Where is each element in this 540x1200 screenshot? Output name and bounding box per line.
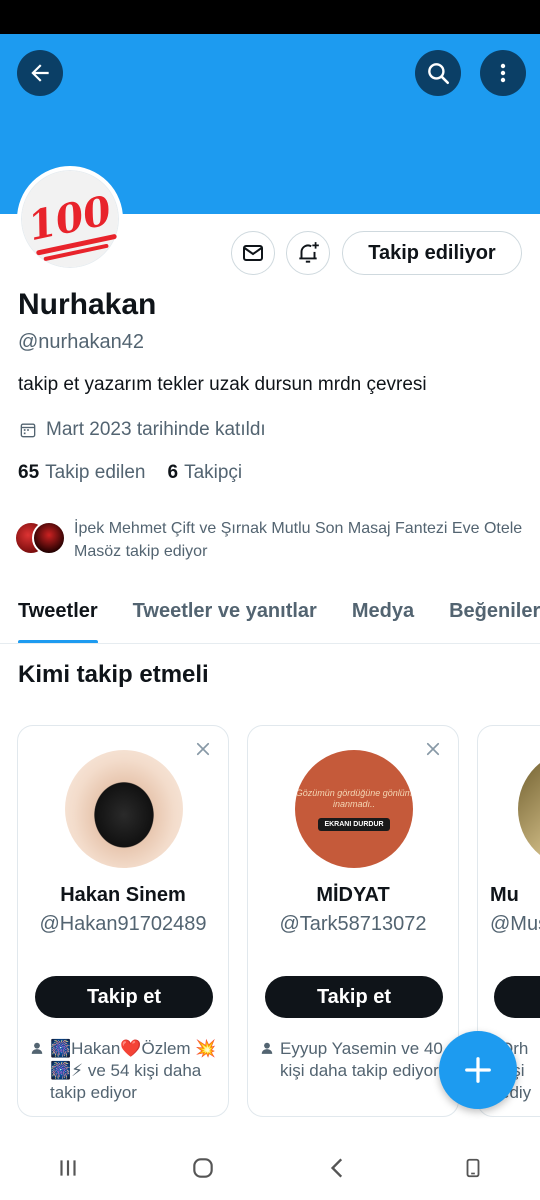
profile-tabs: Tweetler Tweetler ve yanıtlar Medya Beğe… <box>0 588 540 644</box>
suggestion-context-text: Eyyup Yasemin ve 40 kişi daha takip ediy… <box>280 1039 443 1080</box>
recent-apps-icon <box>59 1159 76 1176</box>
more-options-button[interactable] <box>480 50 526 96</box>
join-date-text: Mart 2023 tarihinde katıldı <box>46 419 266 440</box>
suggestion-context: Eyyup Yasemin ve 40 kişi daha takip ediy… <box>260 1038 448 1082</box>
notifications-button[interactable] <box>286 231 330 275</box>
suggestion-name: Hakan Sinem <box>60 884 186 906</box>
chevron-left-icon <box>330 1157 342 1178</box>
back-button[interactable] <box>17 50 63 96</box>
suggestion-context: 🎆Hakan❤️Özlem 💥🎆⚡ ve 54 kişi daha takip … <box>30 1038 218 1104</box>
phone-icon <box>466 1158 479 1177</box>
following-count: 65 <box>18 462 40 483</box>
back-nav-button[interactable] <box>308 1143 368 1193</box>
avatar-badge: EKRANI DURDUR <box>318 817 390 831</box>
plus-icon <box>465 1057 491 1083</box>
bell-plus-icon <box>299 242 319 263</box>
profile-avatar[interactable]: 100 <box>17 166 123 272</box>
display-name: Nurhakan <box>18 288 157 321</box>
follow-button[interactable] <box>494 976 540 1018</box>
followers-link[interactable]: 6 Takipçi <box>167 462 242 484</box>
followers-you-know[interactable]: İpek Mehmet Çift ve Şırnak Mutlu Son Mas… <box>14 517 524 563</box>
close-icon <box>196 742 210 756</box>
following-link[interactable]: 65 Takip edilen <box>18 462 145 484</box>
search-button[interactable] <box>415 50 461 96</box>
compose-tweet-button[interactable] <box>439 1031 517 1109</box>
dismiss-button[interactable] <box>192 738 214 760</box>
status-bar <box>0 0 540 34</box>
suggestion-handle: @Tark58713072 <box>279 913 427 935</box>
person-icon <box>31 1042 43 1054</box>
recent-apps-button[interactable] <box>38 1143 98 1193</box>
suggestion-handle: @Hakan91702489 <box>39 913 207 935</box>
calendar-icon <box>20 423 36 438</box>
follow-button[interactable]: Takip et <box>265 976 443 1018</box>
search-icon <box>428 63 450 85</box>
system-navigation-bar <box>0 1135 540 1200</box>
message-button[interactable] <box>231 231 275 275</box>
join-date: Mart 2023 tarihinde katıldı <box>18 419 266 441</box>
tab-media[interactable]: Medya <box>352 588 414 643</box>
suggestion-handle: @Mus <box>490 913 540 935</box>
profile-bio: takip et yazarım tekler uzak dursun mrdn… <box>18 374 427 395</box>
who-to-follow-title: Kimi takip etmeli <box>18 661 209 688</box>
tab-tweets[interactable]: Tweetler <box>18 588 98 643</box>
suggestion-card[interactable]: Hakan Sinem @Hakan91702489 Takip et 🎆Hak… <box>17 725 229 1117</box>
user-handle: @nurhakan42 <box>18 331 144 353</box>
mutual-avatar <box>32 521 66 555</box>
hundred-emoji-icon: 100 <box>22 171 118 267</box>
suggestion-avatar[interactable] <box>65 750 183 868</box>
followers-you-know-text: İpek Mehmet Çift ve Şırnak Mutlu Son Mas… <box>74 520 523 560</box>
followers-label: Takipçi <box>184 462 243 483</box>
home-button[interactable] <box>173 1143 233 1193</box>
suggestion-name: Mu <box>490 884 519 906</box>
home-icon <box>192 1157 213 1178</box>
avatar-caption: Gözümün gördüğüne gönlüm inanmadı.. <box>295 787 413 809</box>
suggestion-name: MİDYAT <box>316 884 390 906</box>
arrow-left-icon <box>31 64 49 82</box>
close-icon <box>426 742 440 756</box>
suggestion-avatar[interactable] <box>518 750 540 868</box>
suggestion-card[interactable]: Gözümün gördüğüne gönlüm inanmadı.. EKRA… <box>247 725 459 1117</box>
mutual-avatars <box>14 521 66 557</box>
more-vertical-icon <box>500 63 506 83</box>
follow-button[interactable]: Takip et <box>35 976 213 1018</box>
rotate-button[interactable] <box>443 1143 503 1193</box>
dismiss-button[interactable] <box>422 738 444 760</box>
tab-tweets-replies[interactable]: Tweetler ve yanıtlar <box>133 588 317 643</box>
suggestion-avatar[interactable]: Gözümün gördüğüne gönlüm inanmadı.. EKRA… <box>295 750 413 868</box>
person-icon <box>261 1042 273 1054</box>
following-status-button[interactable]: Takip ediliyor <box>342 231 522 275</box>
following-label: Takip edilen <box>45 462 146 483</box>
follow-stats: 65 Takip edilen 6 Takipçi <box>18 462 242 484</box>
hundred-emoji-text: 100 <box>24 186 116 251</box>
envelope-icon <box>243 245 263 261</box>
tab-likes[interactable]: Beğeniler <box>449 588 540 643</box>
suggestion-context-text: 🎆Hakan❤️Özlem 💥🎆⚡ ve 54 kişi daha takip … <box>50 1039 217 1102</box>
followers-count: 6 <box>167 462 179 483</box>
